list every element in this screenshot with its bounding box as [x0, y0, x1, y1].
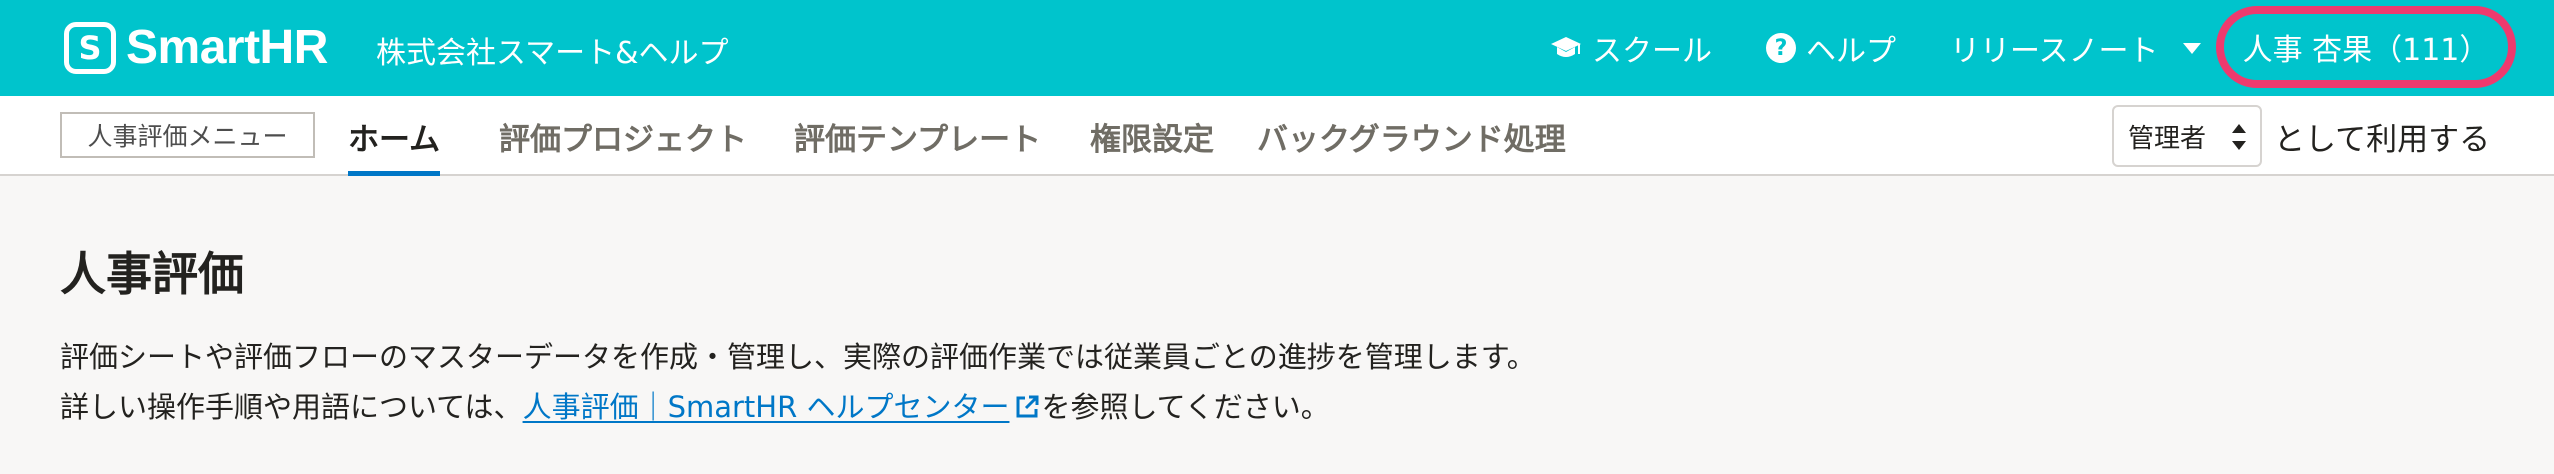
description-line-2: 詳しい操作手順や用語については、人事評価｜SmartHR ヘルプセンター を参照…: [60, 384, 1330, 426]
help-circle-icon: ?: [1766, 33, 1796, 63]
help-center-link[interactable]: 人事評価｜SmartHR ヘルプセンター: [523, 390, 1042, 424]
tab-templates[interactable]: 評価テンプレート: [794, 96, 1041, 176]
description-prefix: 詳しい操作手順や用語については、: [60, 390, 523, 424]
tab-home[interactable]: ホーム: [348, 96, 441, 176]
description-line-1: 評価シートや評価フローのマスターデータを作成・管理し、実際の評価作業では従業員ご…: [60, 340, 1536, 374]
smarthr-logo-icon: S: [64, 21, 116, 74]
menu-label: 人事評価メニュー: [60, 112, 315, 158]
role-suffix-text: として利用する: [2274, 121, 2491, 158]
chevron-down-icon: [2182, 42, 2201, 54]
release-notes-label: リリースノート: [1950, 34, 2159, 69]
help-label: ヘルプ: [1806, 34, 1896, 69]
graduation-cap-icon: [1551, 37, 1581, 57]
tab-background-jobs[interactable]: バックグラウンド処理: [1257, 96, 1566, 176]
tab-permissions[interactable]: 権限設定: [1090, 96, 1214, 176]
user-name: 人事 杏果（111）: [2242, 33, 2490, 68]
user-menu-button[interactable]: 人事 杏果（111）: [2216, 6, 2516, 88]
tab-projects[interactable]: 評価プロジェクト: [499, 96, 747, 176]
sort-icon: [2232, 124, 2246, 150]
logo-text: SmartHR: [126, 21, 328, 74]
help-center-link-text: 人事評価｜SmartHR ヘルプセンター: [522, 390, 1010, 424]
page-title: 人事評価: [60, 247, 244, 301]
tenant-name: 株式会社スマート&ヘルプ: [376, 36, 729, 71]
description-suffix: を参照してください。: [1041, 390, 1330, 424]
help-link[interactable]: ? ヘルプ: [1766, 0, 1896, 96]
release-notes-dropdown[interactable]: リリースノート: [1950, 0, 2201, 96]
sub-navigation: 人事評価メニュー ホーム 評価プロジェクト 評価テンプレート 権限設定 バックグ…: [0, 96, 2554, 176]
school-label: スクール: [1592, 34, 1712, 69]
smarthr-logo[interactable]: S SmartHR: [64, 20, 328, 75]
role-select-value: 管理者: [2128, 123, 2207, 154]
school-link[interactable]: スクール: [1550, 0, 1712, 96]
role-select[interactable]: 管理者: [2112, 105, 2262, 167]
external-link-icon: [1016, 395, 1039, 418]
top-header: S SmartHR 株式会社スマート&ヘルプ スクール ? ヘルプ リリースノー…: [0, 0, 2554, 96]
